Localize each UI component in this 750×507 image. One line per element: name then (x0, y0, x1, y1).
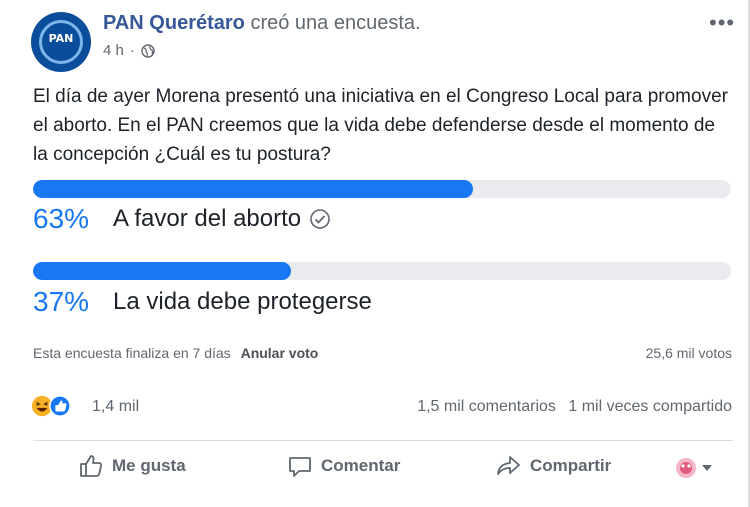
poll-label-2: La vida debe protegerse (113, 288, 372, 315)
poll-votes: 25,6 mil votos (645, 345, 732, 361)
thumbs-up-icon (80, 455, 102, 477)
poll-option-1[interactable]: 63% A favor del aborto (33, 203, 331, 235)
divider (33, 440, 733, 441)
comment-icon (289, 457, 311, 477)
post-text: El día de ayer Morena presentó una inici… (33, 86, 728, 165)
poll-bar-fill-2 (33, 262, 292, 280)
author-name[interactable]: PAN Querétaro (103, 12, 245, 34)
poll-bar-fill-1 (33, 180, 473, 198)
author-action: creó una encuesta. (250, 12, 421, 34)
comment-button[interactable]: Comentar (287, 453, 400, 479)
poll-percent-1: 63% (33, 203, 90, 234)
engagement-stats: 1,5 mil comentarios 1 mil veces comparti… (417, 398, 732, 416)
share-button[interactable]: Compartir (496, 453, 611, 479)
poll-label-1: A favor del aborto (113, 205, 302, 232)
poll-bar-2 (33, 262, 731, 280)
undo-vote-link[interactable]: Anular voto (241, 345, 319, 361)
poll-percent-2: 37% (33, 286, 90, 317)
reaction-picker-icon (676, 458, 696, 478)
comments-count[interactable]: 1,5 mil comentarios (417, 398, 556, 415)
shares-count[interactable]: 1 mil veces compartido (568, 398, 732, 415)
comment-label: Comentar (321, 456, 401, 475)
poll-bar-1 (33, 180, 731, 198)
like-button[interactable]: Me gusta (78, 453, 186, 479)
post-time[interactable]: 4 h (103, 42, 124, 59)
share-icon (497, 456, 520, 475)
meta-separator: · (129, 42, 135, 59)
post-header: PAN Querétaro creó una encuesta. (103, 12, 421, 35)
chevron-down-icon (702, 465, 712, 471)
poll-option-2[interactable]: 37% La vida debe protegerse (33, 286, 372, 318)
like-reaction-icon (49, 395, 71, 417)
avatar-logo: PAN (48, 32, 74, 45)
more-options-icon[interactable]: ••• (709, 10, 735, 36)
globe-icon (141, 43, 155, 58)
reactions-summary[interactable] (31, 395, 71, 417)
post-meta: 4 h · (103, 42, 155, 59)
share-label: Compartir (530, 456, 612, 475)
check-circle-icon (310, 209, 330, 229)
poll-footer: Esta encuesta finaliza en 7 días Anular … (33, 345, 318, 361)
poll-ends-text: Esta encuesta finaliza en 7 días (33, 345, 231, 361)
reaction-count[interactable]: 1,4 mil (92, 398, 139, 416)
reaction-picker[interactable] (675, 457, 713, 479)
like-label: Me gusta (112, 456, 186, 475)
